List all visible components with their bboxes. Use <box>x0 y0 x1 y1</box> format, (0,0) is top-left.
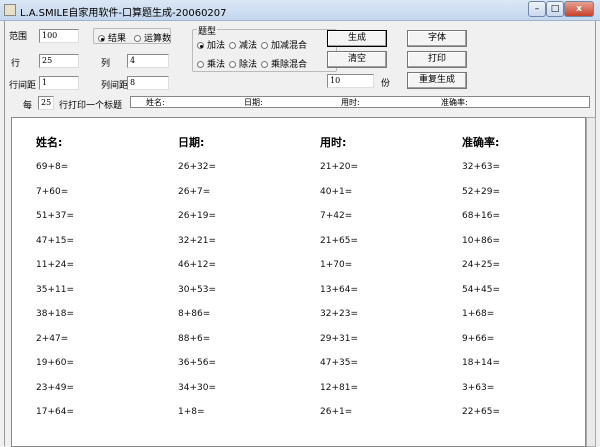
problem-cell: 69+8= <box>36 162 69 172</box>
problem-cell: 29+31= <box>320 333 358 344</box>
problem-cell: 13+64= <box>320 284 358 295</box>
problem-cell: 32+63= <box>462 162 500 172</box>
header-time: 用时: <box>341 98 360 107</box>
problem-cell: 22+65= <box>462 407 500 417</box>
problem-cell: 32+23= <box>320 309 358 319</box>
problem-cell: 2+47= <box>36 333 69 344</box>
problem-cell: 35+11= <box>36 284 74 295</box>
regenerate-button[interactable]: 重复生成 <box>407 72 467 89</box>
problem-cell: 8+86= <box>178 309 211 319</box>
problem-cell: 3+63= <box>462 382 495 393</box>
cols-input[interactable]: 4 <box>127 54 169 68</box>
problem-cell: 40+1= <box>320 186 353 197</box>
output-mode-group: 结果 运算数 <box>93 28 171 44</box>
problem-cell: 11+24= <box>36 260 74 270</box>
problem-cell: 23+49= <box>36 382 74 393</box>
problem-cell: 7+60= <box>36 186 69 197</box>
header-accuracy: 准确率: <box>441 98 468 107</box>
problem-cell: 47+15= <box>36 235 74 246</box>
sheet-header: 日期: <box>178 136 205 149</box>
type-group: 题型 加法 减法 加减混合 乘法 除法 乘除混合 <box>192 24 337 72</box>
sheet-header: 准确率: <box>462 136 500 149</box>
problem-cell: 51+37= <box>36 211 74 221</box>
problem-cell: 26+19= <box>178 211 216 221</box>
generate-button[interactable]: 生成 <box>327 30 387 47</box>
sheet-header: 用时: <box>320 136 347 149</box>
problem-cell: 1+68= <box>462 309 495 319</box>
type-group-title: 题型 <box>197 24 218 37</box>
header-date: 日期: <box>244 98 263 107</box>
sheet-header: 姓名: <box>36 136 63 149</box>
problem-cell: 7+42= <box>320 211 353 221</box>
problem-cell: 10+86= <box>462 235 500 246</box>
radio-multiply[interactable]: 乘法 <box>197 57 225 70</box>
every-suffix-label: 行打印一个标题 <box>59 101 123 111</box>
problem-cell: 88+6= <box>178 333 211 344</box>
header-name: 姓名: <box>146 98 165 107</box>
col-gap-label: 列间距 <box>101 81 129 91</box>
problem-cell: 52+29= <box>462 186 500 197</box>
title-bar: L.A.SMILE自家用软件-口算题生成-20060207 – □ x <box>0 0 600 21</box>
problem-cell: 26+32= <box>178 162 216 172</box>
col-gap-input[interactable]: 8 <box>127 76 169 90</box>
problem-cell: 17+64= <box>36 407 74 417</box>
radio-mul-div-mix[interactable]: 乘除混合 <box>261 57 307 70</box>
problem-cell: 26+7= <box>178 186 211 197</box>
row-gap-input[interactable]: 1 <box>39 76 79 90</box>
rows-label: 行 <box>11 59 21 69</box>
radio-divide[interactable]: 除法 <box>229 57 257 70</box>
maximize-button[interactable]: □ <box>546 1 564 17</box>
problem-cell: 26+1= <box>320 407 353 417</box>
radio-add-sub-mix[interactable]: 加减混合 <box>261 38 307 51</box>
rows-input[interactable]: 25 <box>39 54 79 68</box>
problem-cell: 36+56= <box>178 358 216 368</box>
problem-cell: 21+65= <box>320 235 358 246</box>
print-button[interactable]: 打印 <box>407 51 467 68</box>
problem-cell: 46+12= <box>178 260 216 270</box>
problem-cell: 24+25= <box>462 260 500 270</box>
vertical-scrollbar[interactable] <box>586 117 596 447</box>
problem-cell: 9+66= <box>462 333 495 344</box>
problem-cell: 32+21= <box>178 235 216 246</box>
client-area: 范围 100 行 25 行间距 1 结果 运算数 列 4 列间距 8 题型 加法… <box>4 21 596 447</box>
every-label: 每 <box>23 101 33 111</box>
range-label: 范围 <box>9 32 28 42</box>
problem-cell: 68+16= <box>462 211 500 221</box>
close-button[interactable]: x <box>564 1 594 17</box>
problem-cell: 34+30= <box>178 382 216 393</box>
title-template-input[interactable]: 姓名: 日期: 用时: 准确率: <box>130 96 590 108</box>
radio-add[interactable]: 加法 <box>197 38 225 51</box>
cols-label: 列 <box>101 59 111 69</box>
problem-cell: 30+53= <box>178 284 216 295</box>
radio-operand[interactable]: 运算数 <box>134 31 171 44</box>
title-every-input[interactable]: 25 <box>38 96 54 110</box>
problem-cell: 12+81= <box>320 382 358 393</box>
radio-result[interactable]: 结果 <box>98 31 126 44</box>
problem-cell: 18+14= <box>462 358 500 368</box>
problem-cell: 21+20= <box>320 162 358 172</box>
clear-button[interactable]: 清空 <box>327 51 387 68</box>
copies-label: 份 <box>381 79 391 89</box>
problem-cell: 54+45= <box>462 284 500 295</box>
copies-input[interactable]: 10 <box>327 74 374 88</box>
problem-cell: 19+60= <box>36 358 74 368</box>
problem-cell: 47+35= <box>320 358 358 368</box>
range-input[interactable]: 100 <box>39 29 79 43</box>
worksheet-preview[interactable]: 姓名: 日期: 用时: 准确率: 69+8= 26+32= 21+20= 32+63= 7+60… <box>11 117 586 447</box>
problem-cell: 38+18= <box>36 309 74 319</box>
radio-subtract[interactable]: 减法 <box>229 38 257 51</box>
font-button[interactable]: 字体 <box>407 30 467 47</box>
app-icon <box>4 4 16 16</box>
row-gap-label: 行间距 <box>9 81 37 91</box>
minimize-button[interactable]: – <box>528 1 546 17</box>
problem-cell: 1+8= <box>178 407 205 417</box>
problem-cell: 1+70= <box>320 260 353 270</box>
window-title: L.A.SMILE自家用软件-口算题生成-20060207 <box>20 8 227 19</box>
